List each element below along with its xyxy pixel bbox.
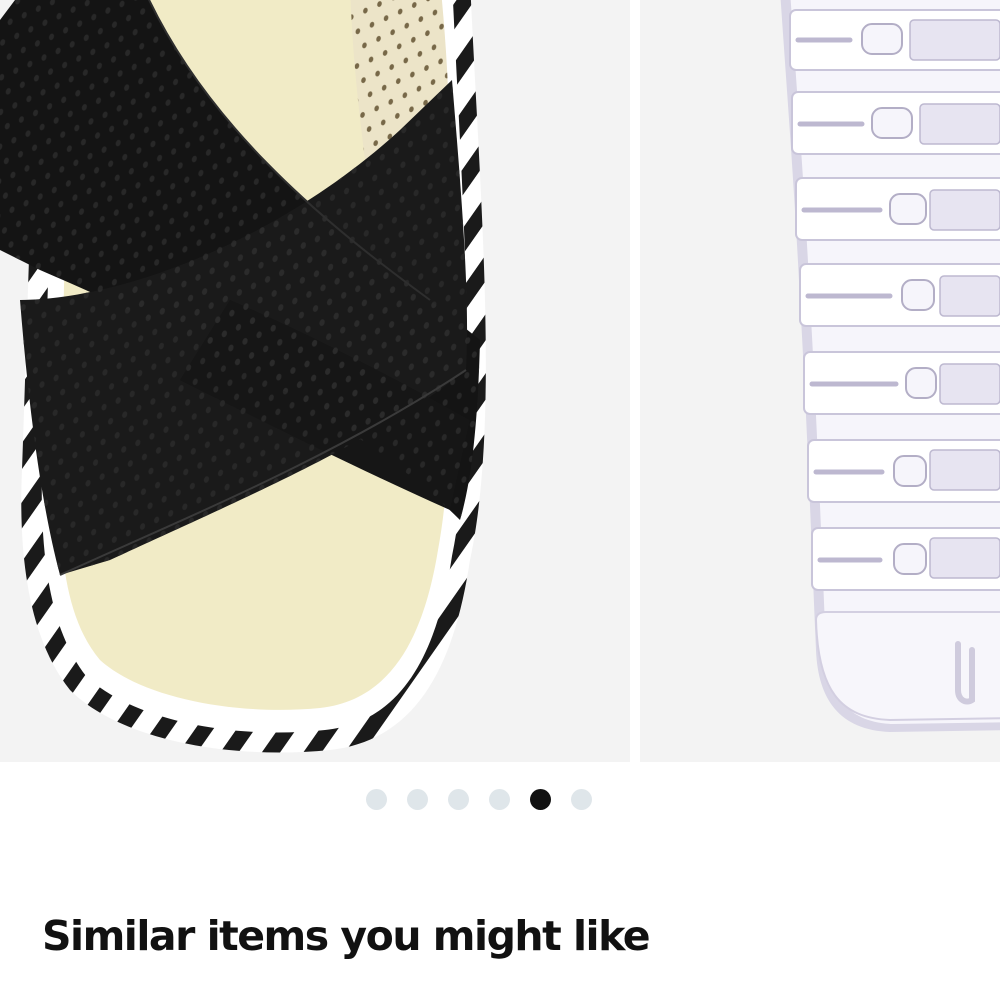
product-page: Similar items you might like: [0, 0, 1000, 1000]
carousel-dot-4[interactable]: [489, 788, 510, 810]
product-image-sandal-sole[interactable]: [640, 0, 1000, 762]
carousel-dot-6[interactable]: [571, 788, 592, 810]
carousel-dot-2[interactable]: [407, 788, 428, 810]
sandal-top-photo: [0, 0, 630, 762]
sandal-sole-photo: [640, 0, 1000, 762]
similar-items-heading: Similar items you might like: [42, 912, 651, 960]
carousel-dot-1[interactable]: [366, 788, 387, 810]
carousel-pagination: [366, 788, 592, 810]
carousel-dot-3[interactable]: [448, 788, 469, 810]
product-image-sandal-top[interactable]: [0, 0, 630, 762]
carousel-dot-5-active[interactable]: [530, 788, 551, 810]
product-image-carousel[interactable]: [0, 0, 1000, 762]
